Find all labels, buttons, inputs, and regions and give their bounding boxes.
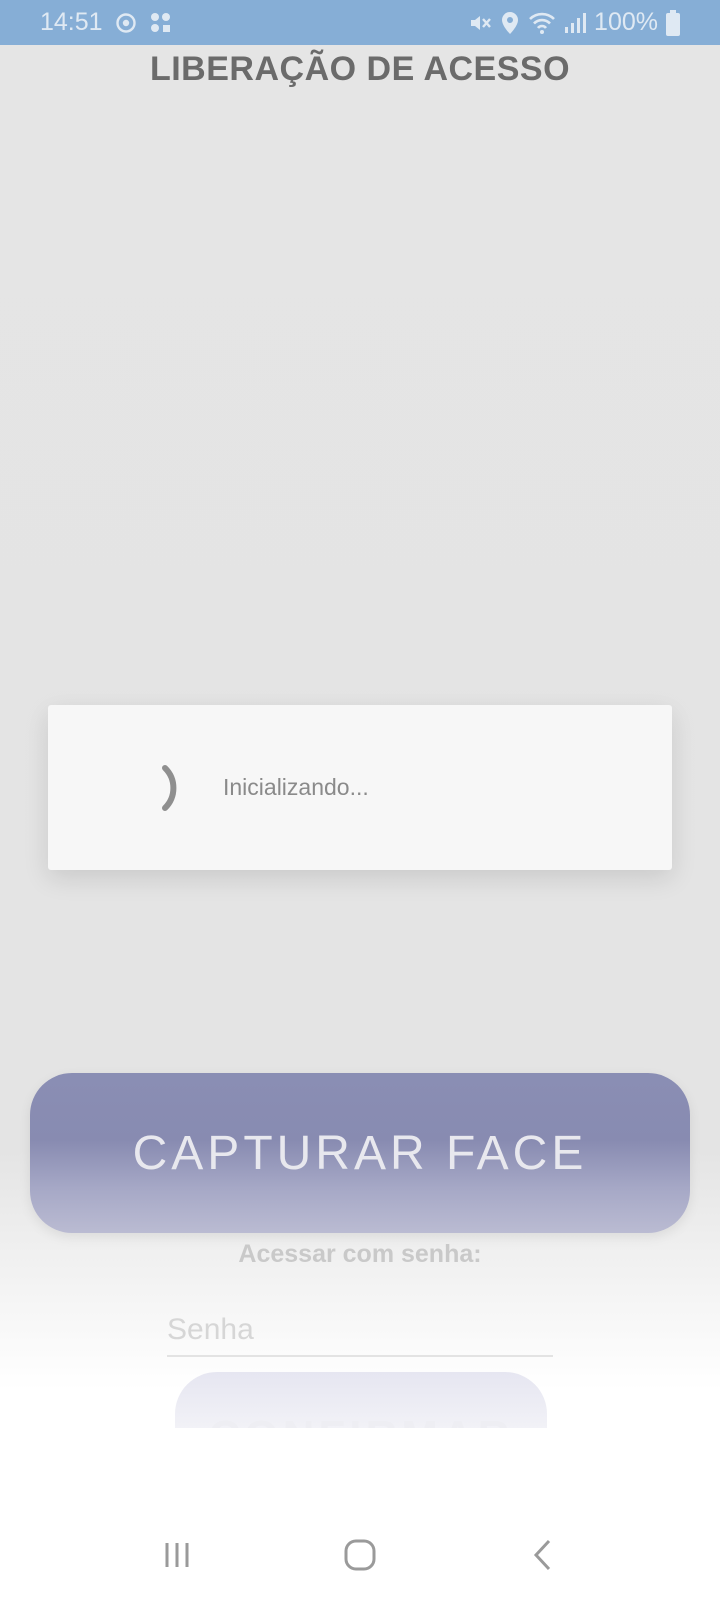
- mute-icon: [468, 11, 492, 35]
- confirm-button[interactable]: CONFIRMAR: [175, 1372, 547, 1487]
- signal-icon: [564, 11, 587, 35]
- status-left: 14:51: [40, 8, 173, 37]
- location-icon: [500, 11, 520, 35]
- password-input[interactable]: [167, 1305, 553, 1357]
- password-access-label: Acessar com senha:: [238, 1240, 482, 1268]
- battery-icon: [666, 9, 680, 36]
- sync-icon: [115, 12, 137, 34]
- apps-icon: [149, 11, 173, 35]
- spinner-icon: [110, 750, 186, 826]
- recent-apps-icon[interactable]: [147, 1525, 207, 1585]
- page-title: LIBERAÇÃO DE ACESSO: [149, 50, 571, 88]
- status-time: 14:51: [40, 8, 103, 36]
- back-icon[interactable]: [513, 1525, 573, 1585]
- capture-face-button[interactable]: CAPTURAR FACE: [30, 1073, 690, 1233]
- loading-dialog: Inicializando...: [48, 705, 672, 870]
- status-bar: 14:51 100%: [0, 0, 720, 45]
- home-icon[interactable]: [330, 1525, 390, 1585]
- loading-message: Inicializando...: [223, 774, 369, 800]
- wifi-icon: [528, 11, 556, 35]
- navigation-bar: [0, 1510, 720, 1600]
- battery-percent: 100%: [594, 8, 658, 36]
- status-right: 100%: [468, 8, 680, 37]
